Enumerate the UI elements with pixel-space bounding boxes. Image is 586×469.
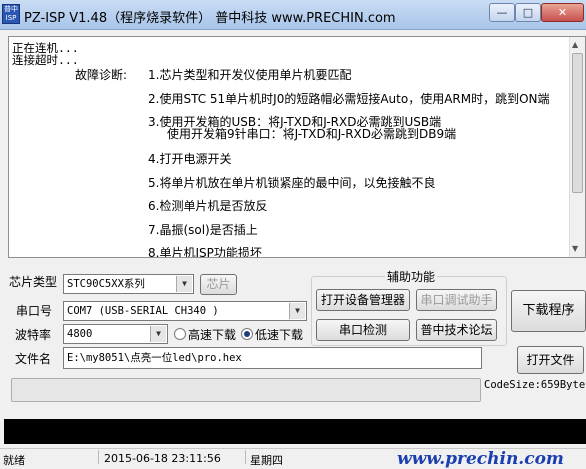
diagnosis-item: 使用开发箱9针串口：将J-TXD和J-RXD必需跳到DB9端 [167,127,457,141]
chevron-down-icon[interactable]: ▼ [176,276,192,292]
serial-debug-button[interactable]: 串口调试助手 [416,289,497,311]
app-icon: 普中ISP [2,4,20,24]
chevron-down-icon[interactable]: ▼ [150,326,166,342]
open-device-manager-button[interactable]: 打开设备管理器 [316,289,410,311]
baud-value: 4800 [67,328,93,340]
log-scrollbar[interactable]: ▲ ▼ [569,37,585,257]
chip-type-label: 芯片类型 [9,275,58,289]
chevron-down-icon[interactable]: ▼ [289,303,305,319]
aux-functions-title: 辅助功能 [385,268,438,285]
output-panel [4,419,586,444]
diagnosis-item: 6.检测单片机是否放反 [148,199,268,213]
diagnosis-item: 1.芯片类型和开发仪使用单片机要匹配 [148,68,352,82]
high-speed-label[interactable]: 高速下载 [188,326,236,343]
port-select[interactable]: COM7 (USB-SERIAL CH340 ) ▼ [63,301,307,321]
port-value: COM7 (USB-SERIAL CH340 ) [67,305,219,317]
chip-button[interactable]: 芯片 [200,274,237,295]
diagnosis-item: 7.晶振(sol)是否插上 [148,223,258,237]
download-program-button[interactable]: 下载程序 [511,290,586,332]
low-speed-radio[interactable] [241,328,253,340]
download-progress-bar [11,378,481,402]
serial-detect-button[interactable]: 串口检测 [316,319,410,341]
main-window: 普中ISP PZ-ISP V1.48（程序烧录软件） 普中科技 www.PREC… [0,0,586,469]
chip-type-select[interactable]: STC90C5XX系列 ▼ [63,274,194,294]
log-line: 连接超时... [12,53,79,67]
website-link[interactable]: www.prechin.com [397,449,564,469]
port-label: 串口号 [16,304,53,318]
chip-type-value: STC90C5XX系列 [67,278,145,290]
diagnosis-label: 故障诊断: [75,68,128,82]
status-separator [98,450,99,464]
diagnosis-item: 2.使用STC 51单片机时J0的短路帽必需短接Auto，使用ARM时，跳到ON… [148,92,550,106]
title-bar[interactable]: 普中ISP PZ-ISP V1.48（程序烧录软件） 普中科技 www.PREC… [0,0,586,30]
file-label: 文件名 [15,352,52,366]
status-weekday: 星期四 [250,454,283,467]
status-datetime: 2015-06-18 23:11:56 [104,452,221,465]
minimize-button[interactable]: — [489,3,515,22]
window-title: PZ-ISP V1.48（程序烧录软件） 普中科技 www.PRECHIN.co… [24,11,396,26]
low-speed-label[interactable]: 低速下载 [255,326,303,343]
log-output[interactable]: 正在连机... 连接超时... 故障诊断: 1.芯片类型和开发仪使用单片机要匹配… [8,36,586,258]
forum-button[interactable]: 普中技术论坛 [416,319,497,341]
diagnosis-item: 8.单片机ISP功能损坏 [148,246,262,258]
status-state: 就绪 [3,454,25,467]
baud-label: 波特率 [15,328,52,342]
baud-select[interactable]: 4800 ▼ [63,324,168,344]
scroll-down-icon[interactable]: ▼ [572,244,578,253]
file-path-input[interactable]: E:\my8051\点亮一位led\pro.hex [63,347,482,369]
high-speed-radio[interactable] [174,328,186,340]
diagnosis-item: 5.将单片机放在单片机锁紧座的最中间，以免接触不良 [148,176,436,190]
code-size-label: CodeSize:659Byte [484,379,586,391]
diagnosis-item: 4.打开电源开关 [148,152,232,166]
open-file-button[interactable]: 打开文件 [517,346,584,374]
maximize-button[interactable]: □ [515,3,541,22]
scroll-thumb[interactable] [572,53,583,193]
close-button[interactable]: ✕ [541,3,584,22]
scroll-up-icon[interactable]: ▲ [572,40,578,49]
status-separator [245,450,246,464]
